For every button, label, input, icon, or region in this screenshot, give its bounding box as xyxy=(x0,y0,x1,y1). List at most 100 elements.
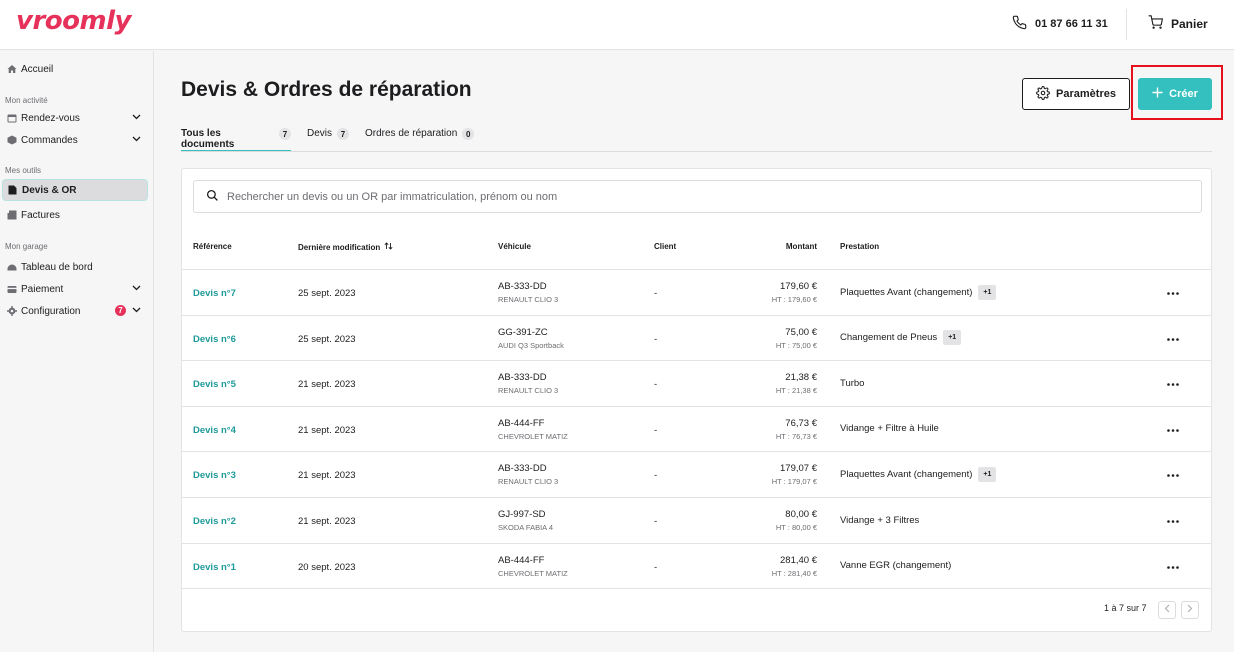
page-title: Devis & Ordres de réparation xyxy=(181,78,472,101)
table-row[interactable]: Devis n°1 20 sept. 2023 AB-444-FF CHEVROLET… xyxy=(182,544,1211,590)
quote-reference-link[interactable]: Devis n°1 xyxy=(193,562,236,573)
vehicle-plate: AB-333-DD xyxy=(498,372,547,384)
more-actions-button[interactable] xyxy=(1166,376,1180,390)
ellipsis-icon xyxy=(1167,377,1179,389)
vehicle-model: RENAULT CLIO 3 xyxy=(498,477,559,487)
amount-ht: HT : 179,07 € xyxy=(771,477,817,487)
sort-icon xyxy=(384,242,393,252)
extra-services-badge[interactable]: +1 xyxy=(978,466,997,482)
sidebar-item-home[interactable]: Accueil xyxy=(0,58,153,80)
sidebar-item-configuration[interactable]: Configuration 7 xyxy=(0,300,153,322)
vehicle-model: RENAULT CLIO 3 xyxy=(498,295,559,304)
amount-ht: HT : 75,00 € xyxy=(775,340,817,350)
table-row[interactable]: Devis n°5 21 sept. 2023 AB-333-DD RENAULT C… xyxy=(182,361,1211,407)
column-header-vehicle: Véhicule xyxy=(498,242,531,251)
quote-reference-link[interactable]: Devis n°2 xyxy=(193,516,236,527)
sidebar-item-payment[interactable]: Paiement xyxy=(0,278,153,300)
column-header-modified[interactable]: Dernière modification xyxy=(298,242,393,252)
vehicle-model: RENAULT CLIO 3 xyxy=(498,386,559,396)
vehicle-plate: AB-444-FF xyxy=(498,417,545,429)
sidebar-item-label: Factures xyxy=(21,209,60,221)
top-bar: vroomly 01 87 66 11 31 Panier xyxy=(0,0,1234,50)
next-page-button[interactable] xyxy=(1181,601,1199,619)
vehicle-model: SKODA FABIA 4 xyxy=(498,523,554,532)
tab-label: Devis xyxy=(307,128,333,139)
more-actions-button[interactable] xyxy=(1166,285,1180,299)
documents-card: Référence Dernière modification Véhicule… xyxy=(181,168,1212,632)
settings-button[interactable]: Paramètres xyxy=(1022,78,1130,110)
settings-button-label: Paramètres xyxy=(1056,88,1116,100)
quote-reference-link[interactable]: Devis n°3 xyxy=(193,470,236,481)
amount-ttc: 179,60 € xyxy=(780,281,817,292)
sidebar-item-label: Tableau de bord xyxy=(21,261,93,273)
tab-count-badge: 7 xyxy=(279,128,291,140)
calendar-icon xyxy=(6,113,17,124)
cart-button[interactable]: Panier xyxy=(1148,15,1208,32)
phone-number: 01 87 66 11 31 xyxy=(1035,18,1108,30)
service-cell: Vidange + Filtre à Huile xyxy=(840,421,939,437)
tab-label: Tous les documents xyxy=(181,128,235,150)
tabs-divider xyxy=(181,151,1212,152)
document-icon xyxy=(7,185,18,196)
chevron-left-icon xyxy=(1164,604,1170,616)
tab-all-documents[interactable]: Tous les documents 7 xyxy=(181,126,291,152)
extra-services-badge[interactable]: +1 xyxy=(978,284,997,300)
table-row[interactable]: Devis n°3 21 sept. 2023 AB-333-DD RENAULT C… xyxy=(182,452,1211,498)
amount-ttc: 281,40 € xyxy=(780,554,817,566)
client-name: - xyxy=(654,561,658,573)
sidebar-item-orders[interactable]: Commandes xyxy=(0,129,153,151)
more-actions-button[interactable] xyxy=(1166,422,1180,436)
search-icon xyxy=(206,189,219,205)
amount-ht: HT : 179,60 € xyxy=(771,295,817,304)
more-actions-button[interactable] xyxy=(1166,513,1180,527)
sidebar-item-dashboard[interactable]: Tableau de bord xyxy=(0,256,153,278)
sidebar: Accueil Mon activité Rendez-vous Command… xyxy=(0,51,154,652)
ellipsis-icon xyxy=(1167,514,1179,526)
column-header-amount: Montant xyxy=(785,242,817,251)
quote-reference-link[interactable]: Devis n°7 xyxy=(193,288,236,299)
cart-icon xyxy=(1148,15,1164,32)
gauge-icon xyxy=(6,262,17,273)
amount-ht: HT : 76,73 € xyxy=(775,431,817,441)
search-input[interactable] xyxy=(227,190,1127,203)
sidebar-item-appointments[interactable]: Rendez-vous xyxy=(0,107,153,129)
sidebar-item-label: Accueil xyxy=(21,63,54,75)
more-actions-button[interactable] xyxy=(1166,467,1180,481)
logo[interactable]: vroomly xyxy=(16,6,131,36)
divider xyxy=(1126,9,1127,40)
tab-count-badge: 7 xyxy=(337,128,350,140)
service-cell: Changement de Pneus +1 xyxy=(840,330,962,346)
chevron-down-icon xyxy=(132,305,141,316)
amount-ttc: 76,73 € xyxy=(785,417,817,429)
tab-quotes[interactable]: Devis 7 xyxy=(307,126,350,152)
quote-reference-link[interactable]: Devis n°6 xyxy=(193,334,236,345)
phone-link[interactable]: 01 87 66 11 31 xyxy=(1012,15,1108,33)
search-box[interactable] xyxy=(193,180,1202,213)
box-icon xyxy=(6,135,17,146)
amount-ttc: 75,00 € xyxy=(785,326,817,338)
more-actions-button[interactable] xyxy=(1166,331,1180,345)
service-cell: Plaquettes Avant (changement) +1 xyxy=(840,284,997,300)
sidebar-item-invoices[interactable]: Factures xyxy=(0,204,153,226)
table-row[interactable]: Devis n°4 21 sept. 2023 AB-444-FF CHEVROLET… xyxy=(182,407,1211,453)
extra-services-badge[interactable]: +1 xyxy=(943,330,962,346)
vehicle-plate: GG-391-ZC xyxy=(498,326,548,338)
ellipsis-icon xyxy=(1167,468,1179,480)
chevron-down-icon xyxy=(132,134,141,145)
sidebar-item-quotes[interactable]: Devis & OR xyxy=(2,179,148,201)
create-button[interactable]: Créer xyxy=(1138,78,1212,110)
more-actions-button[interactable] xyxy=(1166,559,1180,573)
amount-ttc: 80,00 € xyxy=(785,509,817,520)
quote-reference-link[interactable]: Devis n°4 xyxy=(193,425,236,436)
service-cell: Turbo xyxy=(840,375,864,391)
quote-reference-link[interactable]: Devis n°5 xyxy=(193,379,236,390)
table-row[interactable]: Devis n°6 25 sept. 2023 GG-391-ZC AUDI Q3 S… xyxy=(182,316,1211,362)
table-row[interactable]: Devis n°2 21 sept. 2023 GJ-997-SD SKODA FAB… xyxy=(182,498,1211,544)
table-row[interactable]: Devis n°7 25 sept. 2023 AB-333-DD RENAULT C… xyxy=(182,270,1211,316)
previous-page-button[interactable] xyxy=(1158,601,1176,619)
client-name: - xyxy=(654,379,658,391)
ellipsis-icon xyxy=(1167,423,1179,435)
sidebar-item-label: Paiement xyxy=(21,283,64,295)
tab-repair-orders[interactable]: Ordres de réparation 0 xyxy=(365,126,475,152)
sidebar-item-label: Rendez-vous xyxy=(21,112,80,124)
